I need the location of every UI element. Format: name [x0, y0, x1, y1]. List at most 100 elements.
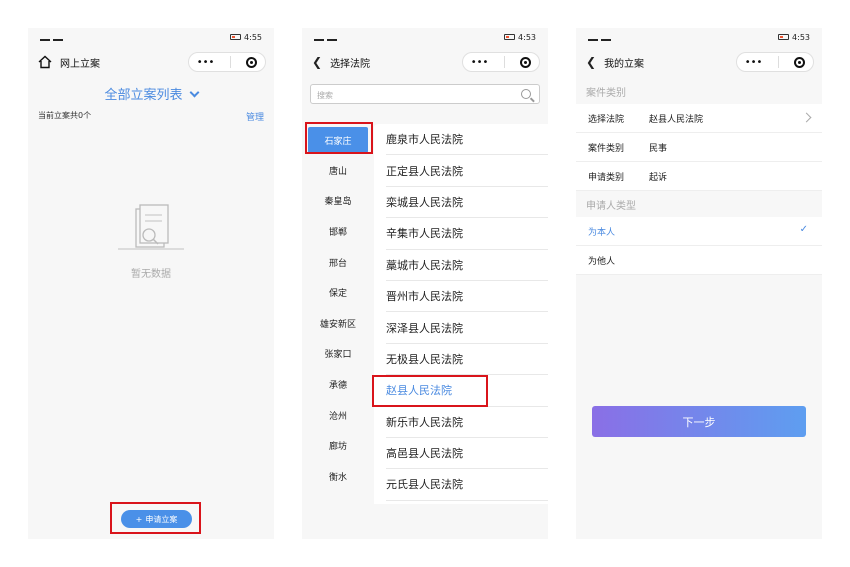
empty-text: 暂无数据 — [131, 269, 171, 280]
manage-link[interactable]: 管理 — [246, 110, 264, 123]
status-left — [314, 34, 337, 41]
court-item[interactable]: 新乐市人民法院 — [386, 407, 548, 438]
case-type-row[interactable]: 案件类别 民事 — [576, 133, 822, 162]
capsule-menu: ••• — [736, 52, 814, 72]
close-miniprogram-icon[interactable] — [520, 56, 532, 68]
court-list: 鹿泉市人民法院 正定县人民法院 栾城县人民法院 辛集市人民法院 藁城市人民法院 … — [374, 124, 548, 504]
city-item[interactable]: 张家口 — [302, 339, 374, 370]
row-value: 民事 — [649, 143, 668, 154]
capsule-divider — [777, 56, 779, 68]
signal-icon — [588, 34, 598, 41]
filter-label: 全部立案列表 — [104, 88, 183, 103]
status-right: 4:53 — [504, 33, 536, 42]
court-item[interactable]: 鹿泉市人民法院 — [386, 124, 548, 156]
city-list: 石家庄 唐山 秦皇岛 邯郸 邢台 保定 雄安新区 张家口 承德 沧州 廊坊 衡水 — [302, 124, 374, 504]
court-item[interactable]: 辛集市人民法院 — [386, 218, 548, 250]
status-bar: 4:53 — [302, 28, 548, 46]
court-item[interactable]: 无极县人民法院 — [386, 344, 548, 376]
option-self[interactable]: 为本人 ✓ — [576, 217, 822, 246]
row-label: 选择法院 — [588, 114, 625, 125]
back-icon[interactable]: ❮ — [586, 55, 596, 69]
page-title: 网上立案 — [60, 58, 100, 70]
status-time: 4:55 — [244, 32, 262, 42]
page-title: 我的立案 — [604, 58, 645, 70]
court-item[interactable]: 晋州市人民法院 — [386, 281, 548, 313]
home-icon[interactable] — [38, 55, 52, 69]
search-icon — [521, 89, 531, 99]
court-item[interactable]: 栾城县人民法院 — [386, 187, 548, 219]
city-item[interactable]: 承德 — [302, 369, 374, 400]
section-header-case: 案件类别 — [576, 78, 822, 104]
row-value: 赵县人民法院 — [649, 114, 704, 125]
city-item[interactable]: 廊坊 — [302, 430, 374, 461]
section-header-applicant: 申请人类型 — [576, 191, 822, 217]
capsule-divider — [503, 56, 505, 68]
apply-type-row[interactable]: 申请类别 起诉 — [576, 162, 822, 191]
row-label: 申请类别 — [588, 172, 625, 183]
empty-document-icon — [118, 204, 184, 250]
city-item[interactable]: 保定 — [302, 277, 374, 308]
battery-icon — [230, 34, 242, 40]
signal-icon — [314, 34, 324, 41]
more-icon[interactable]: ••• — [745, 57, 763, 68]
city-item[interactable]: 秦皇岛 — [302, 186, 374, 217]
status-left — [588, 34, 611, 41]
city-item[interactable]: 沧州 — [302, 400, 374, 431]
plus-icon: + — [135, 514, 143, 524]
city-item[interactable]: 衡水 — [302, 461, 374, 492]
city-item[interactable]: 唐山 — [302, 155, 374, 186]
row-value: 起诉 — [649, 172, 668, 183]
status-bar: 4:55 — [28, 28, 274, 46]
apply-filing-button[interactable]: + 申请立案 — [121, 510, 192, 528]
close-miniprogram-icon[interactable] — [794, 56, 806, 68]
apply-filing-label: 申请立案 — [145, 514, 178, 524]
back-icon[interactable]: ❮ — [312, 55, 322, 69]
more-icon[interactable]: ••• — [471, 57, 489, 68]
signal-icon — [53, 34, 63, 41]
chevron-right-icon — [801, 112, 812, 123]
status-time: 4:53 — [518, 32, 536, 42]
status-left — [40, 34, 63, 41]
capsule-menu: ••• — [188, 52, 266, 72]
checkmark-icon: ✓ — [799, 224, 808, 235]
court-item[interactable]: 正定县人民法院 — [386, 155, 548, 187]
option-other-label: 为他人 — [588, 256, 616, 267]
search-placeholder: 搜索 — [317, 91, 333, 100]
court-select-row[interactable]: 选择法院 赵县人民法院 — [576, 104, 822, 133]
court-item[interactable]: 高邑县人民法院 — [386, 438, 548, 470]
court-item[interactable]: 元氏县人民法院 — [386, 469, 548, 501]
filter-dropdown[interactable]: 全部立案列表 — [28, 84, 274, 106]
battery-icon — [778, 34, 790, 40]
signal-icon — [601, 34, 611, 41]
city-item[interactable]: 邯郸 — [302, 216, 374, 247]
highlight-box — [305, 122, 373, 154]
screen-select-court: 4:53 ❮ 选择法院 ••• 搜索 石家庄 唐山 秦皇岛 邯郸 邢台 保定 雄… — [302, 28, 548, 539]
court-item[interactable]: 藁城市人民法院 — [386, 250, 548, 281]
city-item[interactable]: 邢台 — [302, 247, 374, 278]
capsule-menu: ••• — [462, 52, 540, 72]
more-icon[interactable]: ••• — [197, 57, 215, 68]
signal-icon — [327, 34, 337, 41]
next-step-button[interactable]: 下一步 — [592, 406, 806, 437]
option-other[interactable]: 为他人 — [576, 246, 822, 275]
status-bar: 4:53 — [576, 28, 822, 46]
count-bar: 当前立案共0个 管理 — [28, 110, 274, 123]
empty-state: 暂无数据 — [28, 203, 274, 280]
capsule-divider — [229, 56, 231, 68]
search-input[interactable]: 搜索 — [310, 84, 540, 104]
screen-online-filing: 4:55 网上立案 ••• 全部立案列表 当前立案共0个 管理 暂无数据 + 申… — [28, 28, 274, 539]
row-label: 案件类别 — [588, 143, 625, 154]
nav-bar: ❮ 我的立案 ••• — [576, 46, 822, 78]
status-right: 4:55 — [230, 33, 262, 42]
city-item[interactable]: 雄安新区 — [302, 308, 374, 339]
highlight-box: + 申请立案 — [110, 502, 201, 534]
battery-icon — [504, 34, 516, 40]
close-miniprogram-icon[interactable] — [246, 56, 258, 68]
screen-my-filing: 4:53 ❮ 我的立案 ••• 案件类别 选择法院 赵县人民法院 案件类别 民事… — [576, 28, 822, 539]
highlight-box — [372, 375, 488, 407]
chevron-down-icon — [189, 87, 199, 98]
status-right: 4:53 — [778, 33, 810, 42]
court-item[interactable]: 深泽县人民法院 — [386, 312, 548, 344]
signal-icon — [40, 34, 50, 41]
page-title: 选择法院 — [330, 58, 371, 70]
